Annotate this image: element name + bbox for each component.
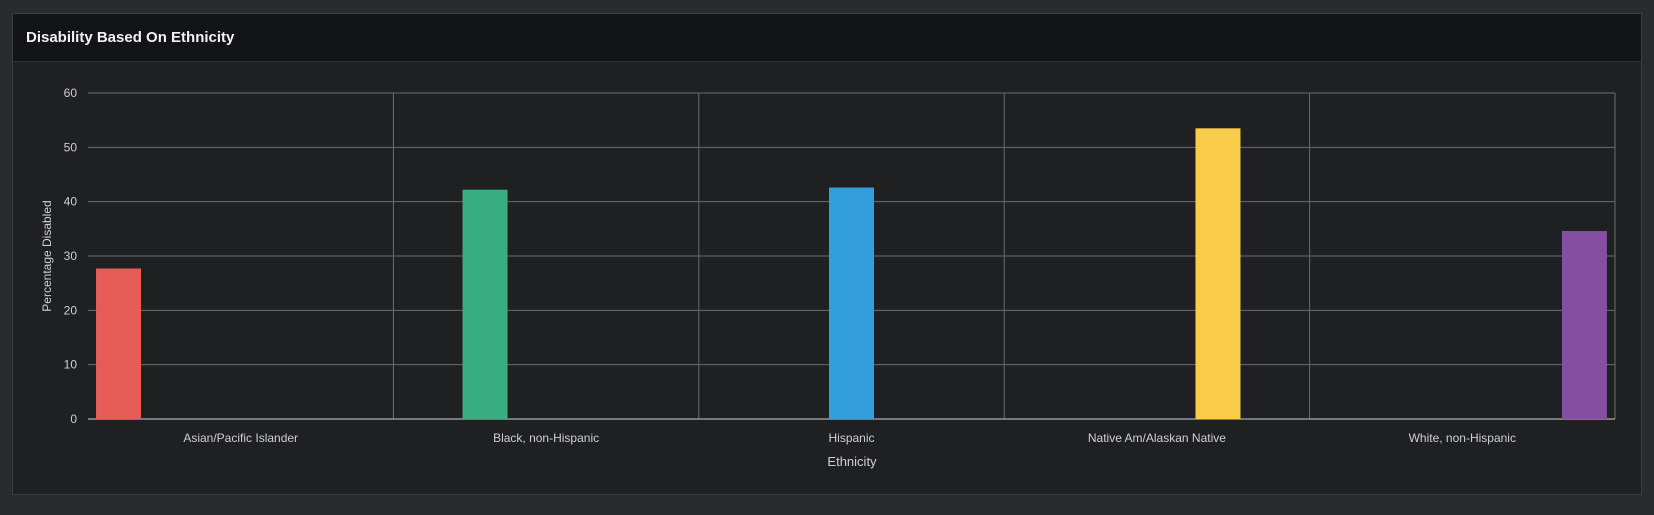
x-tick-label: White, non-Hispanic xyxy=(1409,431,1516,445)
chart-bars xyxy=(96,128,1607,420)
y-tick-label: 0 xyxy=(70,412,77,426)
bar[interactable] xyxy=(462,189,508,419)
bar-chart: 0 10 20 30 40 50 60 Asian/Pacific Islander Blac… xyxy=(40,86,1616,469)
x-axis-ticks: Asian/Pacific Islander Black, non-Hispani… xyxy=(183,431,1516,445)
y-tick-label: 20 xyxy=(64,303,78,317)
y-axis-ticks: 0 10 20 30 40 50 60 xyxy=(64,86,78,426)
x-axis-label: Ethnicity xyxy=(827,454,877,469)
bar[interactable] xyxy=(96,268,142,419)
y-tick-label: 60 xyxy=(64,86,78,100)
y-tick-label: 50 xyxy=(64,140,78,154)
y-tick-label: 30 xyxy=(64,249,78,263)
x-tick-label: Asian/Pacific Islander xyxy=(183,431,298,445)
bar[interactable] xyxy=(829,187,874,419)
x-tick-label: Black, non-Hispanic xyxy=(493,431,599,445)
x-tick-label: Native Am/Alaskan Native xyxy=(1088,431,1226,445)
bar[interactable] xyxy=(1561,231,1607,419)
y-axis-label: Percentage Disabled xyxy=(40,200,54,311)
y-tick-label: 40 xyxy=(64,195,78,209)
bar[interactable] xyxy=(1195,128,1241,420)
x-tick-label: Hispanic xyxy=(828,431,874,445)
y-tick-label: 10 xyxy=(64,358,78,372)
